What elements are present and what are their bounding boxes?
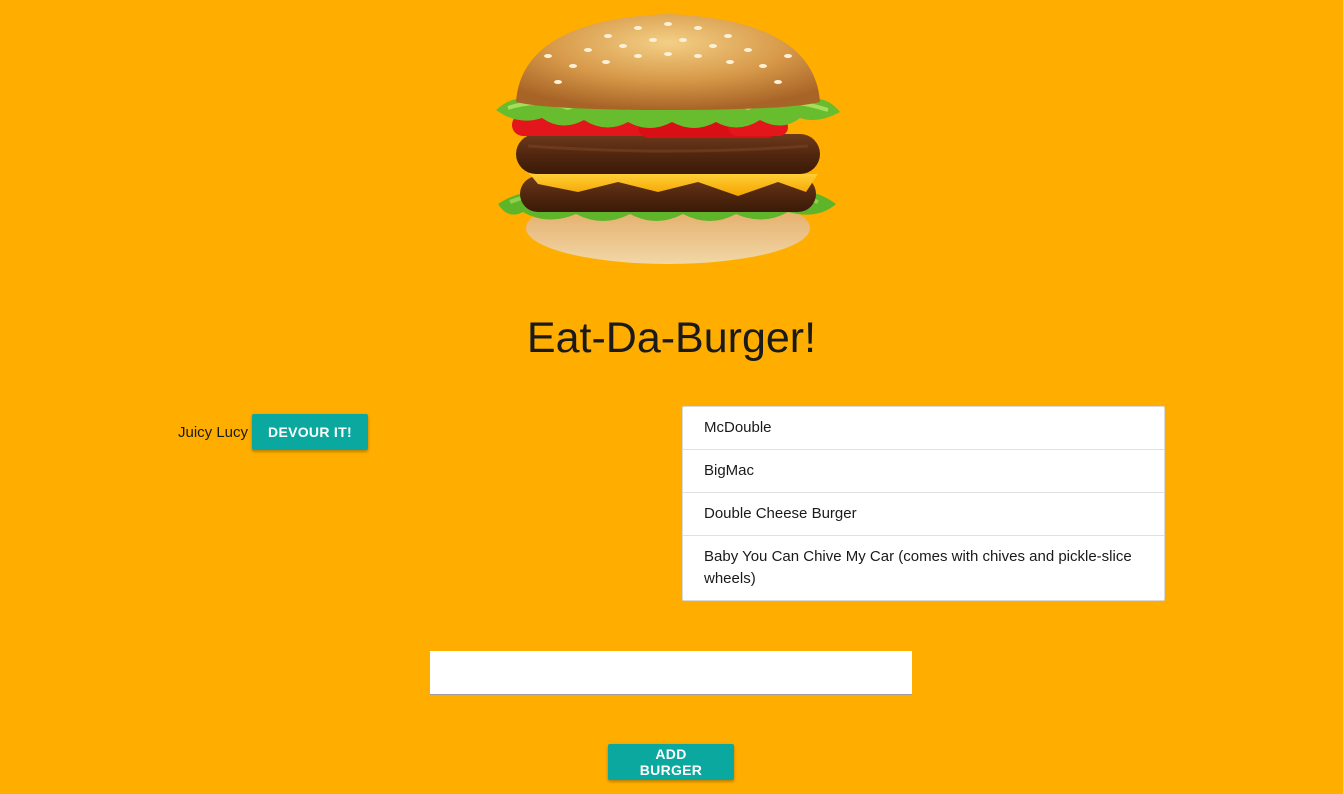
page-title: Eat-Da-Burger!: [526, 314, 817, 362]
list-item: Double Cheese Burger: [683, 493, 1164, 536]
list-item: McDouble: [683, 407, 1164, 450]
pending-burger-item: Juicy Lucy DEVOUR IT!: [178, 414, 368, 450]
devour-button[interactable]: DEVOUR IT!: [252, 414, 368, 450]
list-item: Baby You Can Chive My Car (comes with ch…: [704, 548, 1132, 587]
devoured-burger-list: McDouble BigMac Double Cheese Burger Bab…: [682, 406, 1165, 601]
cheeseburger-image: [488, 6, 848, 270]
burger-name-input[interactable]: [430, 651, 912, 695]
burger-name: Juicy Lucy: [178, 423, 249, 441]
add-burger-button[interactable]: ADD BURGER: [608, 744, 734, 780]
list-item: BigMac: [683, 450, 1164, 493]
